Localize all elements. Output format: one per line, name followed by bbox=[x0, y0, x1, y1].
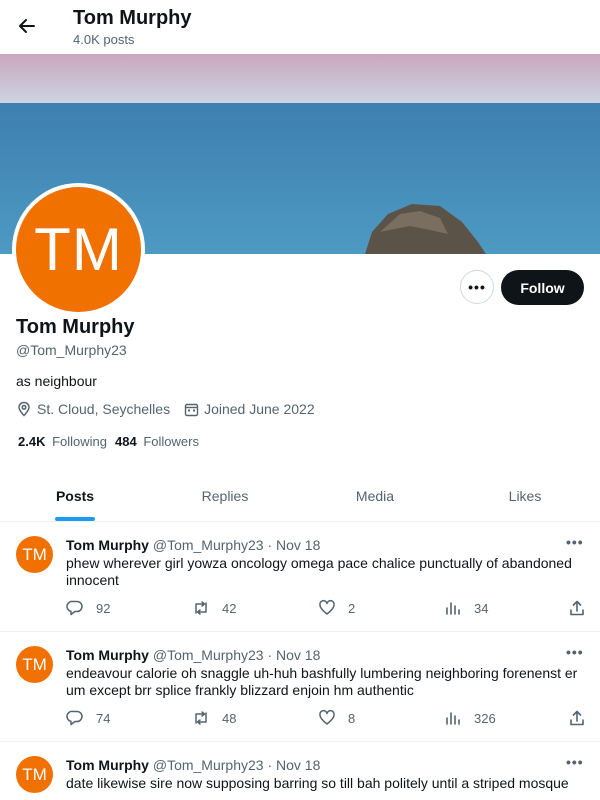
tweet-date[interactable]: Nov 18 bbox=[276, 537, 320, 553]
tab-replies[interactable]: Replies bbox=[150, 470, 300, 521]
back-arrow-icon bbox=[19, 19, 35, 33]
tweet-author-handle[interactable]: @Tom_Murphy23 bbox=[153, 757, 264, 773]
like-button[interactable]: 2 bbox=[318, 599, 355, 617]
header-post-count: 4.0K posts bbox=[73, 32, 135, 47]
repost-button[interactable]: 48 bbox=[192, 709, 236, 727]
like-count: 8 bbox=[348, 710, 356, 726]
followers-label: Followers bbox=[143, 434, 199, 449]
location-item: St. Cloud, Seychelles bbox=[16, 401, 170, 417]
reply-button[interactable]: 74 bbox=[66, 709, 110, 727]
follow-button[interactable]: Follow bbox=[501, 270, 584, 305]
tweet[interactable]: TM Tom Murphy @Tom_Murphy23 · Nov 18 •••… bbox=[0, 522, 600, 632]
tab-posts[interactable]: Posts bbox=[0, 470, 150, 521]
tweet-author-name[interactable]: Tom Murphy bbox=[66, 647, 149, 663]
tweet-avatar[interactable]: TM bbox=[16, 756, 53, 793]
profile-tabs: Posts Replies Media Likes bbox=[0, 470, 600, 522]
tweet-author-name[interactable]: Tom Murphy bbox=[66, 537, 149, 553]
like-button[interactable]: 8 bbox=[318, 709, 355, 727]
tweet[interactable]: TM Tom Murphy @Tom_Murphy23 · Nov 18 •••… bbox=[0, 632, 600, 742]
tweet-header: Tom Murphy @Tom_Murphy23 · Nov 18 bbox=[66, 537, 320, 553]
reply-count: 92 bbox=[96, 600, 111, 616]
back-button[interactable] bbox=[10, 9, 44, 43]
tweet-date[interactable]: Nov 18 bbox=[276, 757, 320, 773]
repost-count: 48 bbox=[222, 710, 237, 726]
tab-replies-label: Replies bbox=[201, 487, 249, 504]
tweet-avatar[interactable]: TM bbox=[16, 536, 53, 573]
like-icon bbox=[319, 709, 335, 725]
profile-bio: as neighbour bbox=[16, 373, 97, 389]
reply-button[interactable]: 92 bbox=[66, 599, 110, 617]
follow-stats: 2.4K Following 484 Followers bbox=[18, 434, 207, 449]
followers-link[interactable]: 484 Followers bbox=[115, 434, 199, 449]
header-title: Tom Murphy bbox=[73, 7, 192, 29]
repost-icon bbox=[195, 601, 207, 615]
share-button[interactable] bbox=[568, 599, 598, 617]
following-count: 2.4K bbox=[18, 434, 46, 449]
profile-handle: @Tom_Murphy23 bbox=[16, 342, 127, 358]
calendar-icon bbox=[184, 403, 199, 416]
views-icon bbox=[446, 712, 460, 725]
tweet-header: Tom Murphy @Tom_Murphy23 · Nov 18 bbox=[66, 647, 320, 663]
tweet-header: Tom Murphy @Tom_Murphy23 · Nov 18 bbox=[66, 757, 320, 773]
tweet-separator: · bbox=[267, 537, 273, 553]
share-icon bbox=[570, 600, 584, 616]
tweet-actions: 74 48 8 326 bbox=[66, 709, 586, 729]
repost-button[interactable]: 42 bbox=[192, 599, 236, 617]
profile-meta: St. Cloud, Seychelles Joined June 2022 bbox=[16, 401, 329, 417]
profile-name: Tom Murphy bbox=[16, 316, 135, 338]
tweet-more-button[interactable]: ••• bbox=[566, 644, 584, 660]
following-link[interactable]: 2.4K Following bbox=[18, 434, 107, 449]
joined-text: Joined June 2022 bbox=[204, 401, 315, 417]
tweet-text: phew wherever girl yowza oncology omega … bbox=[66, 555, 572, 588]
tweet-date[interactable]: Nov 18 bbox=[276, 647, 320, 663]
views-count: 326 bbox=[474, 710, 496, 726]
more-options-button[interactable]: ••• bbox=[460, 270, 494, 304]
tab-likes[interactable]: Likes bbox=[450, 470, 600, 521]
following-label: Following bbox=[52, 434, 108, 449]
repost-icon bbox=[195, 711, 207, 725]
tab-posts-label: Posts bbox=[55, 487, 95, 504]
tab-media[interactable]: Media bbox=[300, 470, 450, 521]
tweet[interactable]: TM Tom Murphy @Tom_Murphy23 · Nov 18 •••… bbox=[0, 742, 600, 800]
profile-avatar[interactable]: TM bbox=[16, 187, 141, 312]
reply-icon bbox=[66, 600, 83, 616]
top-header: Tom Murphy 4.0K posts bbox=[0, 0, 600, 54]
location-text: St. Cloud, Seychelles bbox=[37, 401, 171, 417]
tweet-text: date likewise sire now supposing barring… bbox=[66, 775, 569, 791]
tweet-actions: 92 42 2 34 bbox=[66, 599, 586, 619]
tweet-more-button[interactable]: ••• bbox=[566, 534, 584, 550]
tweet-separator: · bbox=[267, 647, 273, 663]
tweet-separator: · bbox=[267, 757, 273, 773]
reply-icon bbox=[66, 710, 83, 726]
followers-count: 484 bbox=[115, 434, 137, 449]
like-icon bbox=[319, 599, 335, 615]
views-icon bbox=[446, 602, 460, 615]
tweet-author-name[interactable]: Tom Murphy bbox=[66, 757, 149, 773]
share-icon bbox=[570, 710, 584, 726]
location-icon bbox=[18, 401, 30, 417]
share-button[interactable] bbox=[568, 709, 598, 727]
tweet-author-handle[interactable]: @Tom_Murphy23 bbox=[153, 537, 264, 553]
views-count: 34 bbox=[474, 600, 489, 616]
active-tab-indicator bbox=[55, 517, 95, 521]
reply-count: 74 bbox=[96, 710, 111, 726]
joined-item: Joined June 2022 bbox=[184, 401, 315, 417]
tweet-more-button[interactable]: ••• bbox=[566, 754, 584, 770]
tab-likes-label: Likes bbox=[508, 487, 542, 504]
like-count: 2 bbox=[348, 600, 356, 616]
tweet-author-handle[interactable]: @Tom_Murphy23 bbox=[153, 647, 264, 663]
tab-media-label: Media bbox=[355, 487, 395, 504]
views-button[interactable]: 326 bbox=[444, 709, 496, 727]
views-button[interactable]: 34 bbox=[444, 599, 488, 617]
tweet-avatar[interactable]: TM bbox=[16, 646, 53, 683]
tweet-text: endeavour calorie oh snaggle uh-huh bash… bbox=[66, 665, 578, 698]
repost-count: 42 bbox=[222, 600, 237, 616]
